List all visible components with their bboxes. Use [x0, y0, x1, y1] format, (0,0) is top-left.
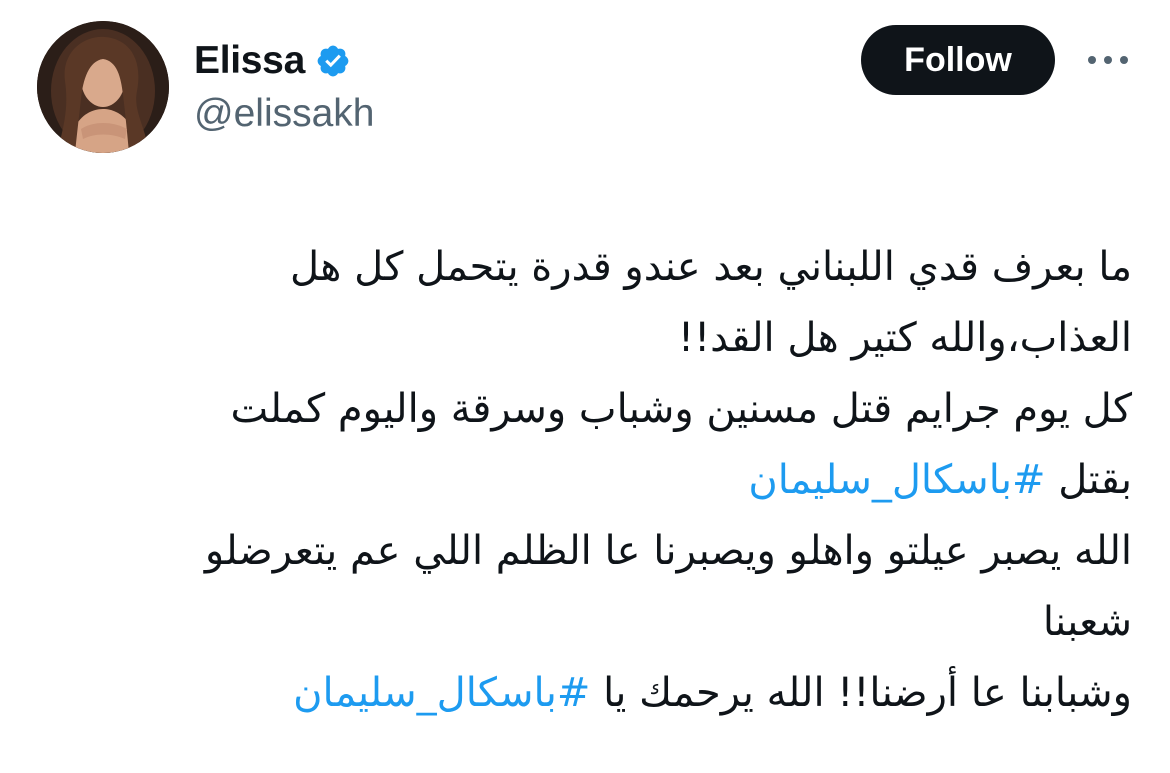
hashtag-link[interactable]: #باسكال_سليمان: [748, 457, 1045, 503]
tweet-line-1: ما بعرف قدي اللبناني بعد عندو قدرة يتحمل…: [289, 244, 1132, 290]
tweet-line-7-text: وشبابنا عا أرضنا!! الله يرحمك يا: [590, 670, 1132, 716]
author-display-name[interactable]: Elissa: [194, 39, 305, 83]
hashtag-link[interactable]: #باسكال_سليمان: [293, 670, 590, 716]
follow-button[interactable]: Follow: [861, 25, 1055, 95]
avatar[interactable]: [37, 21, 169, 153]
more-horizontal-icon: [1088, 56, 1128, 64]
tweet-line-3: كل يوم جرايم قتل مسنين وشباب وسرقة واليو…: [230, 386, 1132, 432]
author-name-row: Elissa: [194, 38, 351, 84]
tweet-body: ما بعرف قدي اللبناني بعد عندو قدرة يتحمل…: [32, 232, 1132, 729]
more-options-button[interactable]: [1082, 44, 1134, 76]
verified-badge-icon: [315, 43, 351, 79]
tweet-line-4: بقتل #باسكال_سليمان: [32, 445, 1132, 516]
tweet-line-5: الله يصبر عيلتو واهلو ويصبرنا عا الظلم ا…: [204, 528, 1132, 574]
avatar-image: [37, 21, 169, 153]
tweet-line-2: العذاب،والله كتير هل القد!!: [678, 315, 1132, 361]
author-handle[interactable]: @elissakh: [194, 92, 375, 136]
tweet-line-4-text: بقتل: [1045, 457, 1132, 503]
tweet-line-6: شعبنا: [1042, 599, 1132, 645]
tweet-line-7: وشبابنا عا أرضنا!! الله يرحمك يا #باسكال…: [32, 658, 1132, 729]
tweet-header: Elissa @elissakh Follow: [0, 0, 1170, 170]
